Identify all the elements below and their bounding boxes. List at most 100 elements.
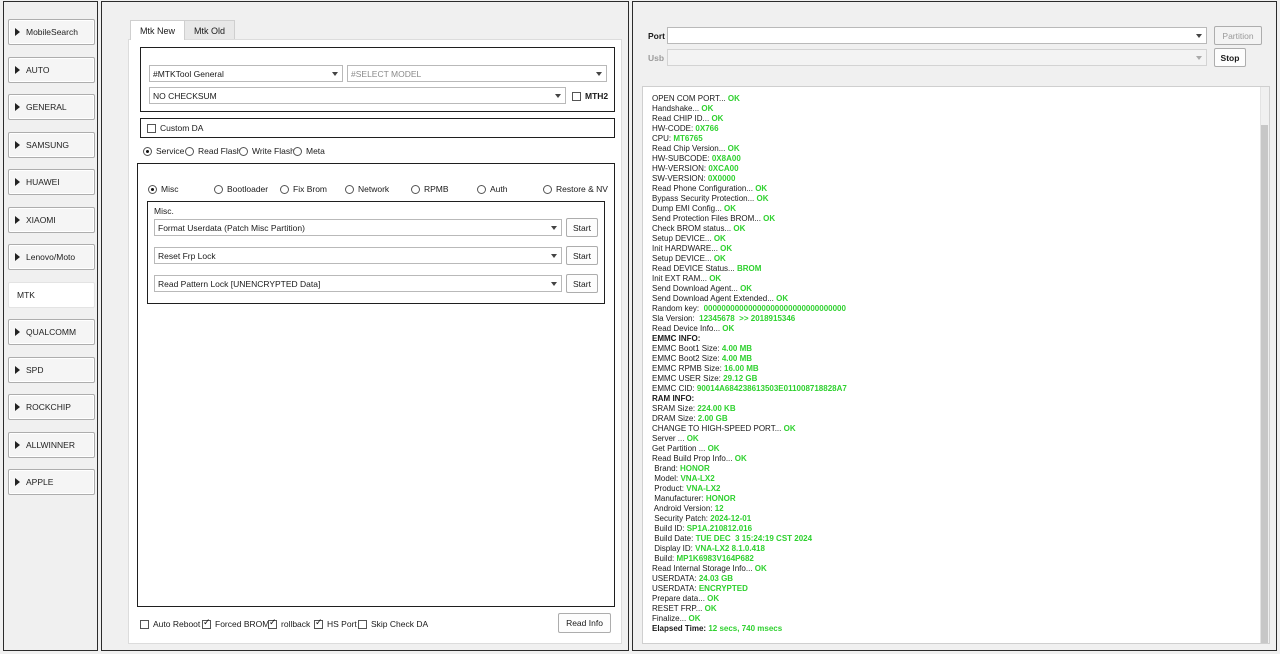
hs-port-checkbox[interactable]: HS Port [314,618,357,629]
log-line-value: OK [707,444,720,453]
tool-select[interactable]: #MTKTool General [149,65,343,82]
log-line: Read Phone Configuration... OK [652,184,1252,194]
log-line-value: VNA-LX2 8.1.0.418 [695,544,765,553]
log-line: Send Protection Files BROM... OK [652,214,1252,224]
radio-restore-nv[interactable]: Restore & NV [543,184,608,194]
start-button-3[interactable]: Start [566,274,598,293]
log-line-value: 00000000000000000000000000000000 [703,304,846,313]
log-line: EMMC RPMB Size: 16.00 MB [652,364,1252,374]
partition-button[interactable]: Partition [1214,26,1262,45]
log-line-value: OK [733,224,746,233]
misc-group-title: Misc. [154,206,174,216]
sidebar-item-auto[interactable]: AUTO [8,56,95,83]
radio-auth[interactable]: Auth [477,184,508,194]
log-line: Setup DEVICE... OK [652,254,1252,264]
log-line-text: EMMC Boot1 Size: [652,344,722,353]
radio-meta[interactable]: Meta [293,146,325,156]
log-line: Init HARDWARE... OK [652,244,1252,254]
auto-reboot-checkbox[interactable]: Auto Reboot [140,619,200,629]
log-line-value: OK [686,434,699,443]
radio-misc[interactable]: Misc [148,184,178,194]
sidebar-item-label: Lenovo/Moto [26,252,76,262]
log-line: Build: MP1K6983V164P682 [652,554,1252,564]
log-line: SW-VERSION: 0X0000 [652,174,1252,184]
radio-service[interactable]: Service [143,146,184,156]
sidebar-item-spd[interactable]: SPD [8,356,95,383]
misc-action-select-3[interactable]: Read Pattern Lock [UNENCRYPTED Data] [154,275,562,292]
model-select[interactable]: #SELECT MODEL [347,65,607,82]
log-line: Finalize... OK [652,614,1252,624]
log-panel: Port Partition Usb Stop OPEN COM PORT...… [632,1,1277,651]
log-line-text: Build Date: [652,534,696,543]
scrollbar-thumb[interactable] [1261,125,1268,643]
sidebar-item-general[interactable]: GENERAL [8,94,95,120]
log-line-text: Setup DEVICE... [652,254,714,263]
start-button-1[interactable]: Start [566,218,598,237]
usb-select[interactable] [667,49,1207,66]
log-line-text: Read Chip Version... [652,144,728,153]
log-line: Product: VNA-LX2 [652,484,1252,494]
log-line-value: OK [740,284,753,293]
port-select[interactable] [667,27,1207,44]
rollback-checkbox[interactable]: rollback [268,618,310,629]
log-scrollbar[interactable] [1260,87,1269,643]
radio-network[interactable]: Network [345,184,389,194]
log-line-text: Bypass Security Protection... [652,194,757,203]
custom-da-checkbox[interactable]: Custom DA [147,123,203,133]
log-line-text: OPEN COM PORT... [652,94,728,103]
log-line-text: HW-CODE: [652,124,696,133]
log-output[interactable]: OPEN COM PORT... OK Handshake... OK Read C… [642,86,1270,644]
log-line: Check BROM status... OK [652,224,1252,234]
log-line: Manufacturer: HONOR [652,494,1252,504]
misc-action-select-1[interactable]: Format Userdata (Patch Misc Partition) [154,219,562,236]
forced-brom-checkbox[interactable]: Forced BROM [202,618,269,629]
log-line: Build ID: SP1A.210812.016 [652,524,1252,534]
triangle-right-icon [15,365,20,374]
sidebar-item-mtk[interactable]: MTK [8,281,95,308]
misc-action-select-2[interactable]: Reset Frp Lock [154,247,562,264]
sidebar: MobileSearch AUTO GENERAL SAMSUNG HUAWEI XIAO… [3,1,98,651]
start-button-2[interactable]: Start [566,246,598,265]
log-line-text: Security Patch: [652,514,711,523]
sidebar-item-lenovo-moto[interactable]: Lenovo/Moto [8,244,95,270]
stop-button[interactable]: Stop [1214,48,1246,67]
log-line-value: 224.00 KB [697,404,736,413]
sidebar-item-qualcomm[interactable]: QUALCOMM [8,319,95,345]
log-line-text: Init HARDWARE... [652,244,721,253]
log-line-value: 0X0000 [707,174,736,183]
checksum-select[interactable]: NO CHECKSUM [149,87,566,104]
tab-mtk-new[interactable]: Mtk New [130,20,186,40]
sidebar-item-xiaomi[interactable]: XIAOMI [8,206,95,233]
mth2-checkbox[interactable]: MTH2 [572,91,608,101]
sidebar-item-apple[interactable]: APPLE [8,469,95,495]
triangle-right-icon [15,103,20,111]
log-line: Read Build Prop Info... OK [652,454,1252,464]
radio-dot [293,146,302,156]
sidebar-item-rockchip[interactable]: ROCKCHIP [8,394,95,420]
log-line-text: Read Build Prop Info... [652,454,735,463]
sidebar-item-mobilesearch[interactable]: MobileSearch [8,19,95,45]
tab-mtk-old[interactable]: Mtk Old [184,20,236,40]
radio-rpmb[interactable]: RPMB [411,184,449,194]
log-line-value: OK [704,604,717,613]
radio-dot [280,184,289,194]
sidebar-item-samsung[interactable]: SAMSUNG [8,131,95,158]
sidebar-item-huawei[interactable]: HUAWEI [8,169,95,195]
radio-bootloader[interactable]: Bootloader [214,184,268,194]
log-line: Model: VNA-LX2 [652,474,1252,484]
sidebar-item-label: HUAWEI [26,177,60,187]
log-line: EMMC INFO: [652,334,1252,344]
sidebar-item-label: ALLWINNER [26,439,75,450]
log-line-text: Display ID: [652,544,696,553]
radio-write-flash[interactable]: Write Flash [239,146,295,156]
log-line: USERDATA: ENCRYPTED [652,584,1252,594]
sidebar-item-allwinner[interactable]: ALLWINNER [8,431,95,458]
read-info-button[interactable]: Read Info [558,613,611,633]
log-line-text: Brand: [652,464,681,473]
log-line-text: CPU: [652,134,674,143]
radio-fix-brom[interactable]: Fix Brom [280,184,327,194]
skip-check-da-checkbox[interactable]: Skip Check DA [358,619,428,629]
triangle-right-icon [15,140,20,149]
radio-read-flash[interactable]: Read Flash [185,146,241,156]
log-line-text: Read Phone Configuration... [652,184,756,193]
